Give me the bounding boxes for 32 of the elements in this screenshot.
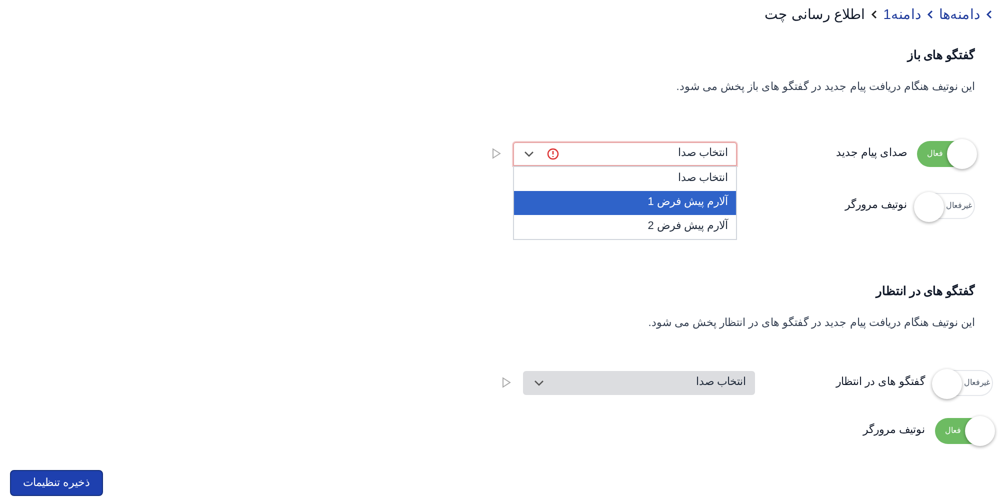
toggle-switch[interactable]: غیرفعال bbox=[935, 370, 993, 396]
toggle-switch[interactable]: غیرفعال bbox=[917, 192, 975, 218]
chevron-down-icon bbox=[524, 150, 534, 156]
setting-label: صدای پیام جدید bbox=[834, 146, 907, 162]
toggle-label: غیرفعال bbox=[946, 200, 972, 212]
dropdown-option[interactable]: آلارم پیش فرض 2 bbox=[514, 214, 736, 238]
sound-select[interactable]: انتخاب صدا bbox=[513, 142, 737, 166]
toggle-label: فعال bbox=[945, 424, 961, 436]
save-settings-button[interactable]: ذخیره تنظیمات bbox=[10, 470, 104, 496]
toggle-label: فعال bbox=[927, 148, 943, 160]
breadcrumb-current: اطلاع رسانی چت bbox=[764, 4, 866, 24]
chevron-left-icon bbox=[986, 10, 992, 18]
breadcrumb-link[interactable]: دامنه1 bbox=[883, 4, 921, 24]
select-value: انتخاب صدا bbox=[694, 375, 746, 390]
error-icon bbox=[547, 148, 559, 160]
section-title: گفتگو های در انتظار bbox=[874, 283, 975, 300]
breadcrumb-link[interactable]: دامنه‌ها bbox=[939, 4, 980, 24]
chevron-down-icon bbox=[534, 380, 544, 386]
setting-label: نوتیف مرورگر bbox=[862, 422, 925, 438]
chevron-left-icon bbox=[927, 10, 933, 18]
chevron-left-icon bbox=[871, 10, 878, 18]
select-value: انتخاب صدا bbox=[676, 146, 728, 162]
section-description: این نوتیف هنگام دریافت پیام جدید در گفتگو های باز پخش می شود. bbox=[675, 79, 975, 95]
dropdown-option[interactable]: آلارم پیش فرض 1 bbox=[514, 190, 736, 214]
setting-label: گفتگو های در انتظار bbox=[834, 374, 925, 390]
section-title: گفتگو های باز bbox=[906, 47, 975, 64]
setting-label: نوتیف مرورگر bbox=[844, 197, 907, 214]
play-icon[interactable] bbox=[492, 148, 501, 159]
toggle-label: غیرفعال bbox=[964, 376, 990, 388]
play-icon[interactable] bbox=[502, 377, 511, 388]
dropdown-option[interactable]: انتخاب صدا bbox=[514, 166, 736, 190]
section-description: این نوتیف هنگام دریافت پیام جدید در گفتگو های در انتظار پخش می شود. bbox=[647, 315, 975, 331]
